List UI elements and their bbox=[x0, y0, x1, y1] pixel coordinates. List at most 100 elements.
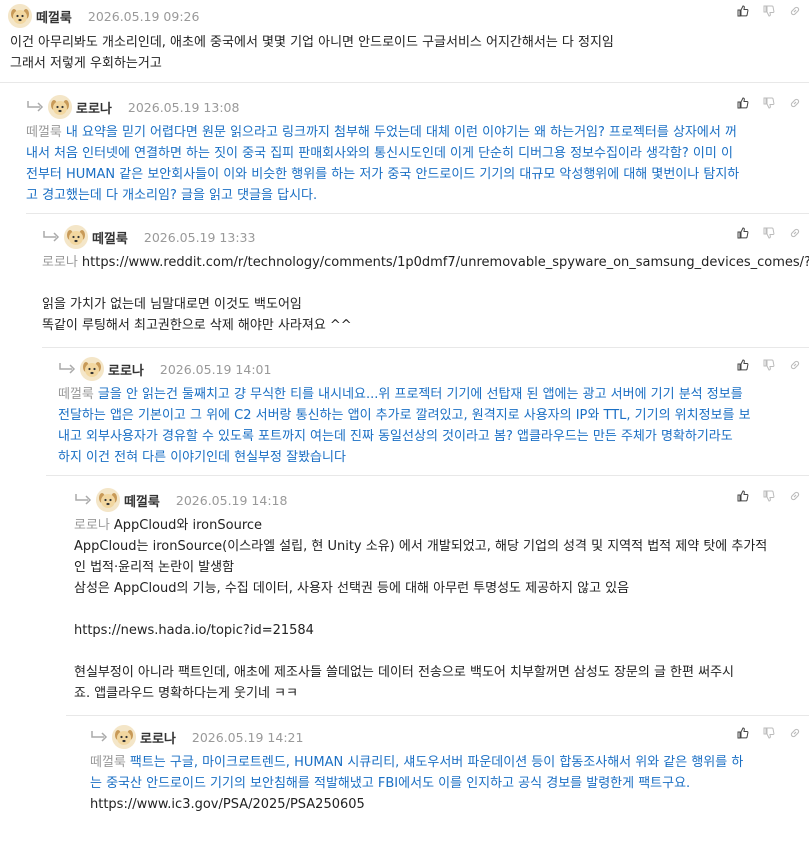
dog-avatar-icon[interactable] bbox=[8, 4, 32, 28]
comment-header: 떼껄룩 2026.05.19 13:33 bbox=[42, 222, 809, 252]
comment-line: 떼껄룩 팩트는 구글, 마이크로트렌드, HUMAN 시큐리티, 섀도우서버 파운… bbox=[90, 752, 809, 773]
comment-date: 2026.05.19 13:08 bbox=[127, 99, 240, 115]
comment-line: 로로나 https://www.reddit.com/r/technology/c… bbox=[42, 252, 809, 273]
thumbs-down-icon[interactable] bbox=[763, 227, 775, 239]
comment-reply: 로로나 2026.05.19 13:08 떼껄룩 내 요약을 믿기 어렵다면 원문… bbox=[0, 82, 809, 213]
comment-line: 읽을 가치가 없는데 님말대로면 이것도 백도어임 bbox=[42, 297, 302, 312]
dog-avatar-icon[interactable] bbox=[80, 357, 104, 381]
comment-line: 그래서 저렇게 우회하는거고 bbox=[10, 56, 162, 71]
comment-author[interactable]: 로로나 bbox=[108, 360, 144, 379]
comment-actions bbox=[737, 359, 801, 371]
link-icon[interactable] bbox=[789, 727, 801, 739]
thumbs-down-icon[interactable] bbox=[763, 359, 775, 371]
thumbs-up-icon[interactable] bbox=[737, 5, 749, 17]
comment-line: 죠. 앱클라우드 명확하다는게 웃기네 ㅋㅋ bbox=[74, 686, 298, 701]
thumbs-down-icon[interactable] bbox=[763, 727, 775, 739]
comment-body: 이건 아무리봐도 개소리인데, 애초에 중국에서 몇몇 기업 아니면 안드로이드… bbox=[8, 32, 809, 74]
comment-date: 2026.05.19 09:26 bbox=[87, 8, 200, 24]
comment-text: 팩트는 구글, 마이크로트렌드, HUMAN 시큐리티, 섀도우서버 파운데이션… bbox=[129, 755, 744, 770]
comment-link[interactable]: https://www.reddit.com/r/technology/comm… bbox=[82, 255, 809, 270]
reply-arrow-icon bbox=[58, 362, 78, 376]
comment-author[interactable]: 떼껄룩 bbox=[92, 228, 128, 247]
comment-line: 내고 외부사용자가 경유할 수 있도록 포트까지 여는데 진짜 동일선상의 것이… bbox=[58, 429, 733, 444]
comment-line: 떼껄룩 글을 안 읽는건 둘째치고 걍 무식한 티를 내시네요...위 프로젝터 … bbox=[58, 384, 809, 405]
reply-arrow-icon bbox=[74, 493, 94, 507]
thumbs-up-icon[interactable] bbox=[737, 490, 749, 502]
comment-reply: 로로나 2026.05.19 14:21 떼껄룩 팩트는 구글, 마이크로트렌드,… bbox=[66, 715, 809, 829]
comment-actions bbox=[737, 97, 801, 109]
comment-line: 내서 처음 인터넷에 연결하면 하는 짓이 중국 집피 판매회사와의 통신시도인… bbox=[26, 146, 733, 161]
reply-arrow-icon bbox=[90, 730, 110, 744]
comment-line: 삼성은 AppCloud의 기능, 수집 데이터, 사용자 선택권 등에 대해 … bbox=[74, 581, 630, 596]
mention-tag[interactable]: 떼껄룩 bbox=[90, 755, 126, 770]
comment-line: 전부터 HUMAN 같은 보안회사들이 이와 비슷한 행위를 하는 저가 중국 … bbox=[26, 167, 740, 182]
comment-text: AppCloud와 ironSource bbox=[113, 518, 263, 533]
comment-line: 이건 아무리봐도 개소리인데, 애초에 중국에서 몇몇 기업 아니면 안드로이드… bbox=[10, 35, 614, 50]
thumbs-up-icon[interactable] bbox=[737, 359, 749, 371]
link-icon[interactable] bbox=[789, 5, 801, 17]
comment-line: AppCloud는 ironSource(이스라엘 설립, 현 Unity 소유… bbox=[74, 539, 768, 554]
comment-link[interactable]: https://news.hada.io/topic?id=21584 bbox=[74, 620, 809, 641]
dog-avatar-icon[interactable] bbox=[48, 95, 72, 119]
reply-arrow-icon bbox=[26, 100, 46, 114]
comment-header: 로로나 2026.05.19 13:08 bbox=[26, 92, 809, 122]
dog-avatar-icon[interactable] bbox=[112, 725, 136, 749]
link-icon[interactable] bbox=[789, 359, 801, 371]
comment-author[interactable]: 로로나 bbox=[140, 728, 176, 747]
comment-actions bbox=[737, 5, 801, 17]
comment-line: 떼껄룩 내 요약을 믿기 어렵다면 원문 읽으라고 링크까지 첨부해 두었는데 대… bbox=[26, 122, 809, 143]
thumbs-up-icon[interactable] bbox=[737, 97, 749, 109]
reply-arrow-icon bbox=[42, 230, 62, 244]
comment-header: 로로나 2026.05.19 14:01 bbox=[58, 354, 809, 384]
comment-body: 떼껄룩 글을 안 읽는건 둘째치고 걍 무식한 티를 내시네요...위 프로젝터 … bbox=[58, 384, 809, 468]
dog-avatar-icon[interactable] bbox=[64, 225, 88, 249]
comment-line: 인 법적·윤리적 논란이 발생함 bbox=[74, 560, 235, 575]
comment-body: 로로나 https://www.reddit.com/r/technology/c… bbox=[42, 252, 809, 336]
comment-line: 하지 이건 전혀 다른 이야기인데 현실부정 잘봤습니다 bbox=[58, 450, 346, 465]
dog-avatar-icon[interactable] bbox=[96, 488, 120, 512]
comment-line: 전달하는 앱은 기본이고 그 위에 C2 서버랑 통신하는 앱이 추가로 깔려있… bbox=[58, 408, 751, 423]
thumbs-down-icon[interactable] bbox=[763, 5, 775, 17]
mention-tag[interactable]: 로로나 bbox=[74, 518, 110, 533]
comment-body: 떼껄룩 팩트는 구글, 마이크로트렌드, HUMAN 시큐리티, 섀도우서버 파운… bbox=[90, 752, 809, 815]
comment-line: 로로나 AppCloud와 ironSource bbox=[74, 515, 809, 536]
comment-text: 글을 안 읽는건 둘째치고 걍 무식한 티를 내시네요...위 프로젝터 기기에… bbox=[97, 387, 743, 402]
comment-date: 2026.05.19 14:18 bbox=[175, 492, 288, 508]
comment-header: 떼껄룩 2026.05.19 09:26 bbox=[8, 0, 809, 32]
mention-tag[interactable]: 로로나 bbox=[42, 255, 78, 270]
comment-author[interactable]: 떼껄룩 bbox=[124, 491, 160, 510]
comment-header: 떼껄룩 2026.05.19 14:18 bbox=[74, 485, 809, 515]
comment-reply: 떼껄룩 2026.05.19 13:33 로로나 https://www.redd… bbox=[26, 213, 809, 347]
thumbs-down-icon[interactable] bbox=[763, 490, 775, 502]
comment-author[interactable]: 떼껄룩 bbox=[36, 7, 72, 26]
comment-date: 2026.05.19 14:21 bbox=[191, 729, 304, 745]
link-icon[interactable] bbox=[789, 97, 801, 109]
comment: 떼껄룩 2026.05.19 09:26 이건 아무리봐도 개소리인데, 애초에… bbox=[8, 0, 809, 82]
comment-actions bbox=[737, 727, 801, 739]
mention-tag[interactable]: 떼껄룩 bbox=[58, 387, 94, 402]
thumbs-up-icon[interactable] bbox=[737, 727, 749, 739]
comment-date: 2026.05.19 13:33 bbox=[143, 229, 256, 245]
comment-author[interactable]: 로로나 bbox=[76, 98, 112, 117]
comment-actions bbox=[737, 227, 801, 239]
comment-line: 는 중국산 안드로이드 기기의 보안침해를 적발해냈고 FBI에서도 이를 인지… bbox=[90, 776, 691, 791]
comment-reply: 떼껄룩 2026.05.19 14:18 로로나 AppCloud와 ironSo… bbox=[46, 475, 809, 715]
comment-date: 2026.05.19 14:01 bbox=[159, 361, 272, 377]
comment-body: 로로나 AppCloud와 ironSource AppCloud는 ironSo… bbox=[74, 515, 809, 704]
thumbs-down-icon[interactable] bbox=[763, 97, 775, 109]
link-icon[interactable] bbox=[789, 490, 801, 502]
comment-text: 내 요약을 믿기 어렵다면 원문 읽으라고 링크까지 첨부해 두었는데 대체 이… bbox=[65, 125, 737, 140]
comment-line: 똑같이 루팅해서 최고권한으로 삭제 해야만 사라져요 ^^ bbox=[42, 318, 352, 333]
thumbs-up-icon[interactable] bbox=[737, 227, 749, 239]
comment-link[interactable]: https://www.ic3.gov/PSA/2025/PSA250605 bbox=[90, 794, 809, 815]
comment-actions bbox=[737, 490, 801, 502]
link-icon[interactable] bbox=[789, 227, 801, 239]
comment-reply: 로로나 2026.05.19 14:01 떼껄룩 글을 안 읽는건 둘째치고 걍 … bbox=[42, 347, 809, 475]
comment-thread: 떼껄룩 2026.05.19 09:26 이건 아무리봐도 개소리인데, 애초에… bbox=[0, 0, 809, 829]
mention-tag[interactable]: 떼껄룩 bbox=[26, 125, 62, 140]
comment-body: 떼껄룩 내 요약을 믿기 어렵다면 원문 읽으라고 링크까지 첨부해 두었는데 대… bbox=[26, 122, 809, 206]
comment-header: 로로나 2026.05.19 14:21 bbox=[90, 722, 809, 752]
